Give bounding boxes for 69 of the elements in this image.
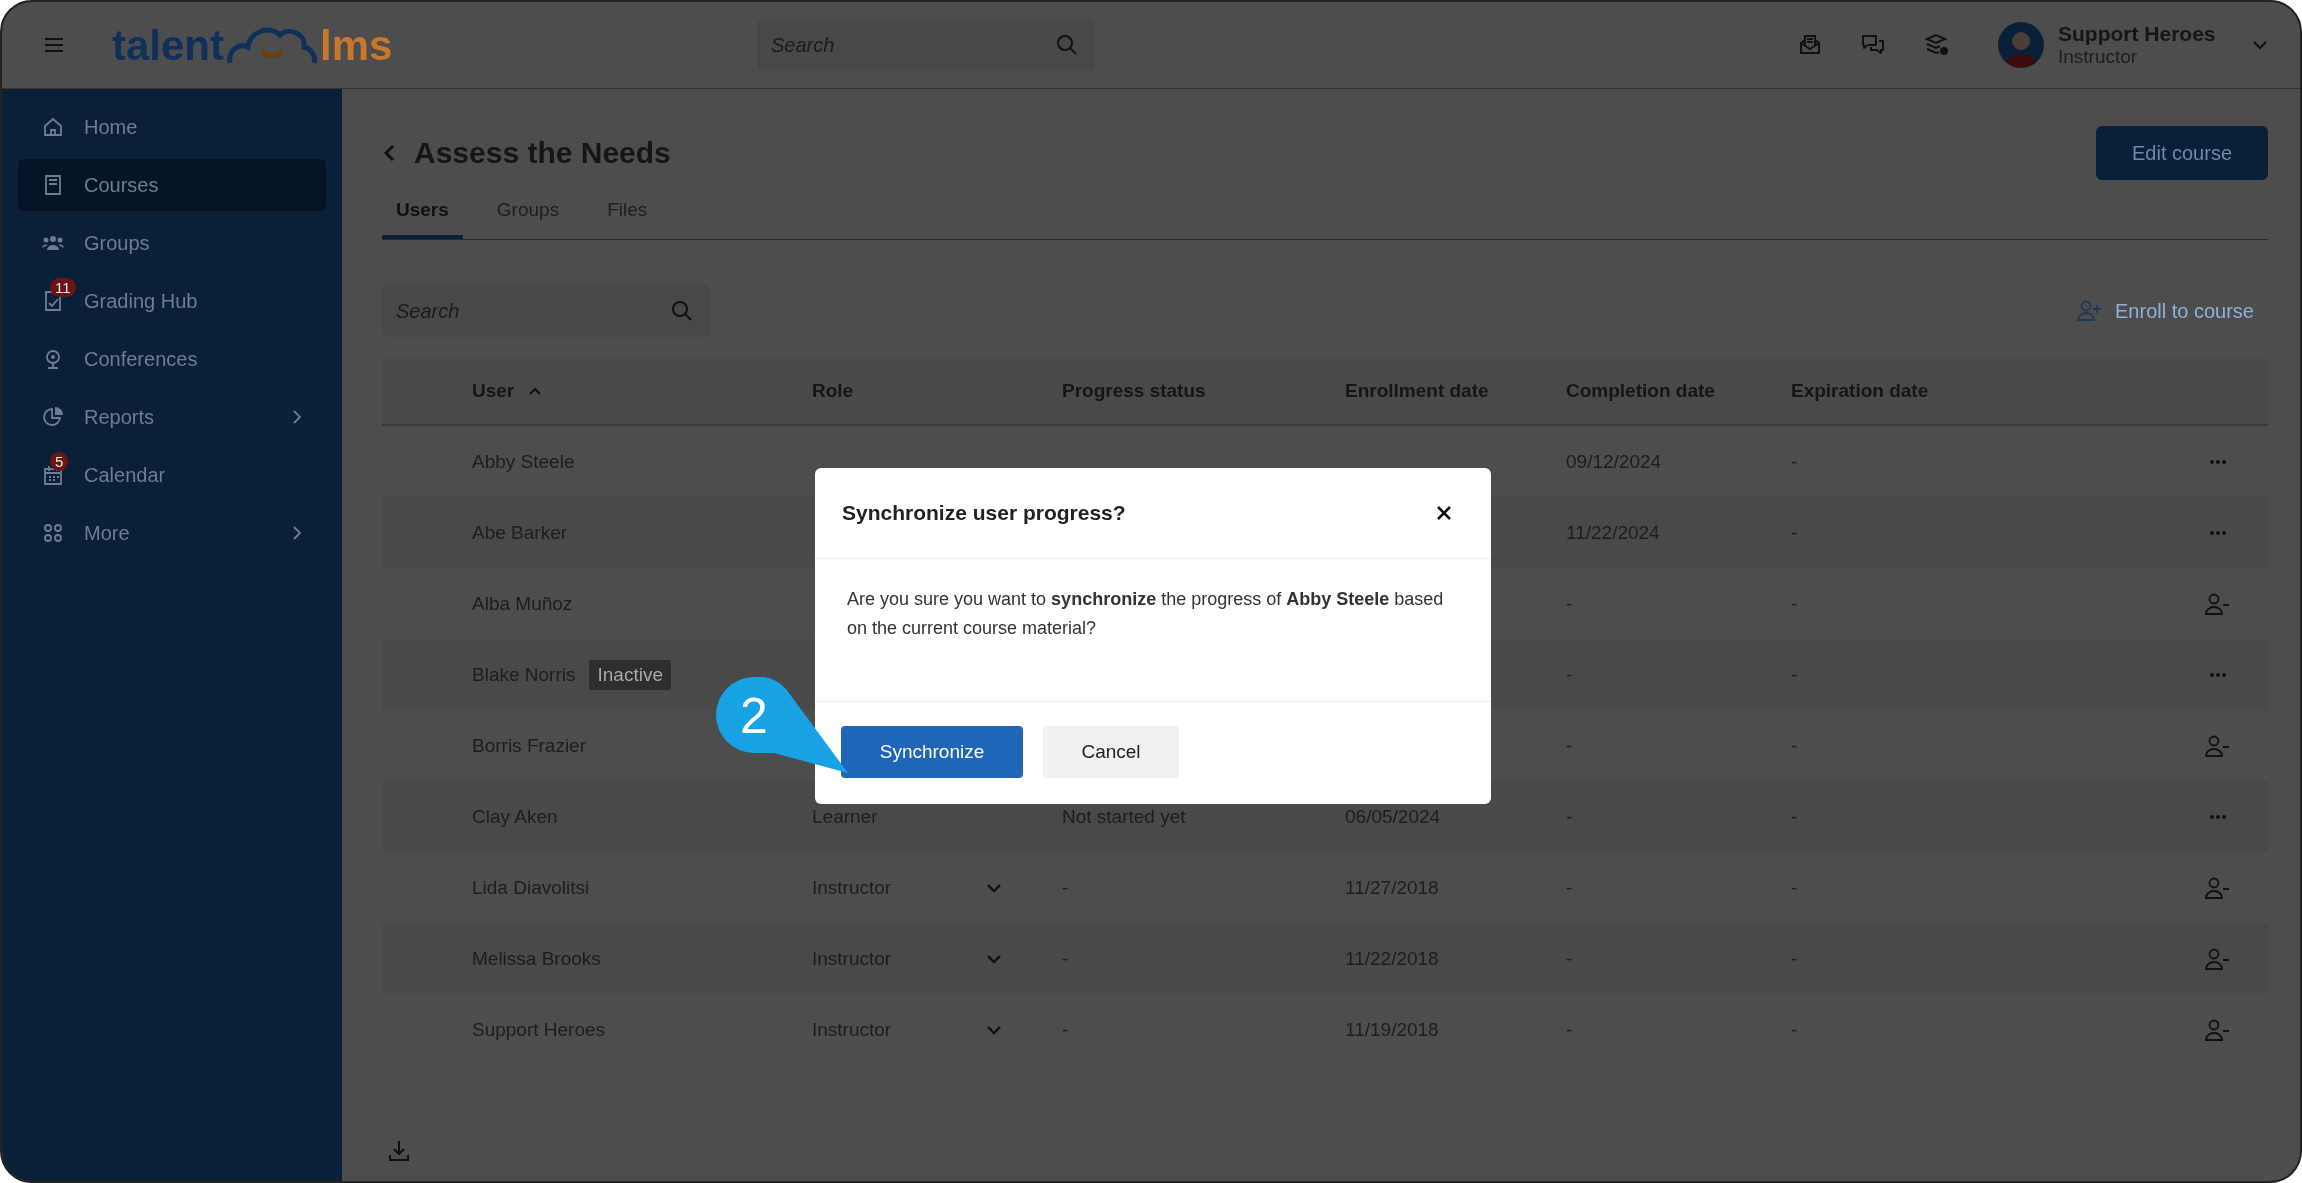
date-cell: -: [1791, 947, 1798, 969]
book-icon: [42, 174, 64, 196]
synchronize-button[interactable]: Synchronize: [841, 726, 1023, 778]
search-icon[interactable]: [1055, 33, 1079, 57]
chat-icon[interactable]: [1860, 33, 1886, 57]
avatar-icon: [1998, 22, 2044, 68]
more-icon[interactable]: [2209, 671, 2227, 678]
sidebar-item[interactable]: Conferences: [18, 333, 326, 385]
dialog-title: Synchronize user progress?: [842, 501, 1126, 525]
date-cell: -: [1566, 734, 1573, 756]
remove-user-icon[interactable]: [2205, 591, 2231, 616]
date-cell: -: [1791, 521, 1798, 543]
add-user-icon: [2077, 300, 2104, 322]
date-cell: -: [1566, 805, 1573, 827]
inbox-icon[interactable]: [1798, 33, 1822, 57]
edit-course-button[interactable]: Edit course: [2096, 126, 2268, 180]
user-name: Support Heroes: [2058, 22, 2217, 46]
remove-user-icon[interactable]: [2205, 733, 2231, 758]
sidebar-item[interactable]: Home: [18, 101, 326, 153]
status-tag: Inactive: [589, 659, 671, 690]
date-cell: -: [1791, 663, 1798, 685]
date-cell: -: [1791, 805, 1798, 827]
date-cell: -: [1791, 1018, 1798, 1040]
progress-cell: -: [1062, 1018, 1069, 1040]
download-icon[interactable]: [387, 1139, 411, 1163]
dropdown-chevron-icon[interactable]: [986, 953, 1002, 964]
sidebar-item[interactable]: 5 Calendar: [18, 449, 326, 501]
sidebar-item[interactable]: Groups: [18, 217, 326, 269]
search-icon[interactable]: [670, 299, 694, 323]
remove-user-icon[interactable]: [2205, 1017, 2231, 1042]
sidebar-item[interactable]: 11 Grading Hub: [18, 275, 326, 327]
sidebar-item[interactable]: Reports: [18, 391, 326, 443]
date-cell: -: [1566, 592, 1573, 614]
chevron-down-icon[interactable]: [2252, 40, 2268, 50]
date-cell: -: [1566, 947, 1573, 969]
date-cell: -: [1566, 1018, 1573, 1040]
date-cell: -: [1791, 734, 1798, 756]
home-icon: [42, 116, 64, 138]
remove-user-icon[interactable]: [2205, 946, 2231, 971]
sidebar-item[interactable]: Courses: [18, 159, 326, 211]
enroll-link[interactable]: Enroll to course: [2077, 299, 2268, 323]
cancel-button[interactable]: Cancel: [1043, 726, 1179, 778]
pie-chart-icon: [42, 406, 64, 428]
date-cell: -: [1791, 592, 1798, 614]
layers-icon[interactable]: [1924, 33, 1950, 57]
tab[interactable]: Users: [382, 187, 463, 239]
menu-icon[interactable]: [44, 37, 64, 53]
progress-cell: -: [1062, 876, 1069, 898]
count-badge: 5: [50, 452, 69, 471]
grid-icon: [42, 522, 64, 544]
logo-text: lms: [320, 25, 393, 67]
remove-user-icon[interactable]: [2205, 875, 2231, 900]
more-icon[interactable]: [2209, 813, 2227, 820]
dropdown-chevron-icon[interactable]: [986, 882, 1002, 893]
date-cell: -: [1791, 876, 1798, 898]
date-cell: -: [1791, 450, 1798, 472]
count-badge: 11: [50, 278, 76, 297]
logo-text: talent: [112, 25, 224, 67]
more-icon[interactable]: [2209, 458, 2227, 465]
sidebar-item[interactable]: More: [18, 507, 326, 559]
date-cell: -: [1566, 876, 1573, 898]
dropdown-chevron-icon[interactable]: [986, 1024, 1002, 1035]
dialog-message: Are you sure you want to synchronize the progress of Abby Steele based on the current course material?: [847, 588, 1445, 640]
page-title: Assess the Needs: [414, 136, 671, 170]
date-cell: -: [1566, 663, 1573, 685]
close-icon[interactable]: [1435, 504, 1453, 522]
more-icon[interactable]: [2209, 529, 2227, 536]
progress-cell: -: [1062, 947, 1069, 969]
sort-up-icon[interactable]: [528, 386, 543, 396]
